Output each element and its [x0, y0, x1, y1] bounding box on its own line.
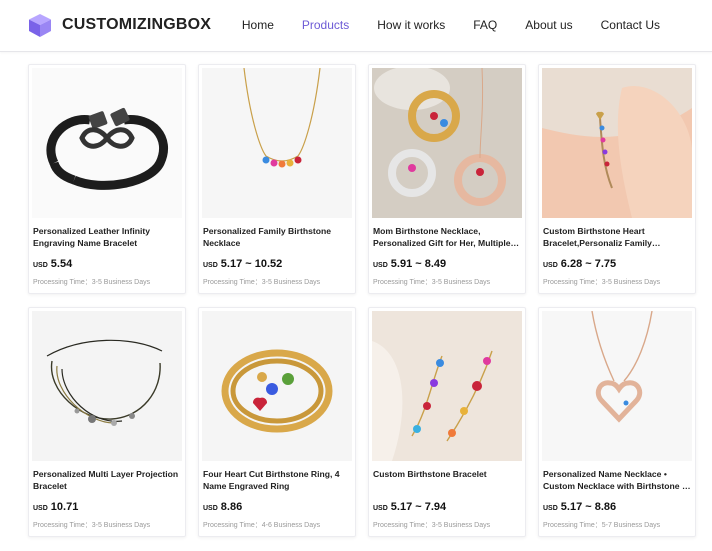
product-card[interactable]: Custom Birthstone Heart Bracelet,Persona…: [538, 64, 696, 294]
currency-label: USD: [203, 505, 218, 512]
price-value: 8.86: [220, 501, 243, 513]
product-card[interactable]: Personalized Name Necklace • Custom Neck…: [538, 307, 696, 537]
processing-time: Processing Time：3-5 Business Days: [33, 522, 151, 529]
product-card[interactable]: Personalized Multi Layer Projection Brac…: [28, 307, 186, 537]
currency-label: USD: [33, 262, 48, 269]
product-price: USD 8.86: [203, 501, 242, 513]
product-card[interactable]: Custom Birthstone Bracelet USD 5.17 ~ 7.9…: [368, 307, 526, 537]
processing-time: Processing Time：3-5 Business Days: [33, 279, 151, 286]
site-header: CUSTOMIZINGBOX Home Products How it work…: [0, 0, 712, 52]
currency-label: USD: [543, 505, 558, 512]
product-price: USD 5.17 ~ 7.94: [373, 501, 446, 513]
nav-how-it-works[interactable]: How it works: [377, 18, 445, 32]
heart-birthstone-ring-image[interactable]: [202, 311, 352, 461]
leather-infinity-bracelet-image[interactable]: [32, 68, 182, 218]
price-value: 10.71: [50, 501, 79, 513]
currency-label: USD: [33, 505, 48, 512]
product-price: USD 5.54: [33, 258, 72, 270]
processing-time: Processing Time：3-5 Business Days: [373, 279, 491, 286]
price-value: 5.17 ~ 7.94: [390, 501, 447, 513]
price-value: 5.17 ~ 10.52: [220, 258, 283, 270]
nav-faq[interactable]: FAQ: [473, 18, 497, 32]
product-card[interactable]: Personalized Family Birthstone Necklace …: [198, 64, 356, 294]
processing-time: Processing Time：3-5 Business Days: [203, 279, 321, 286]
brand-name: CUSTOMIZINGBOX: [62, 16, 212, 33]
product-title[interactable]: Personalized Multi Layer Projection Brac…: [33, 468, 183, 492]
price-value: 5.91 ~ 8.49: [390, 258, 447, 270]
birthstone-necklace-image[interactable]: [202, 68, 352, 218]
processing-time: Processing Time：3-5 Business Days: [373, 522, 491, 529]
product-title[interactable]: Personalized Family Birthstone Necklace: [203, 225, 353, 249]
nav-about-us[interactable]: About us: [525, 18, 572, 32]
product-price: USD 10.71: [33, 501, 78, 513]
price-value: 5.17 ~ 8.86: [560, 501, 617, 513]
main-nav: Home Products How it works FAQ About us …: [214, 18, 660, 32]
currency-label: USD: [543, 262, 558, 269]
heart-bracelet-wrist-image[interactable]: [542, 68, 692, 218]
nav-products[interactable]: Products: [302, 18, 349, 32]
logo[interactable]: CUSTOMIZINGBOX: [27, 12, 211, 38]
product-card[interactable]: Personalized Leather Infinity Engraving …: [28, 64, 186, 294]
mom-circle-necklace-image[interactable]: [372, 68, 522, 218]
product-title[interactable]: Personalized Name Necklace • Custom Neck…: [543, 468, 693, 492]
cube-logo-icon: [29, 14, 51, 37]
price-value: 5.54: [50, 258, 73, 270]
product-title[interactable]: Custom Birthstone Bracelet: [373, 468, 523, 492]
product-price: USD 5.91 ~ 8.49: [373, 258, 446, 270]
processing-time: Processing Time：3-5 Business Days: [543, 279, 661, 286]
currency-label: USD: [373, 262, 388, 269]
processing-time: Processing Time：5-7 Business Days: [543, 522, 661, 529]
multi-layer-bracelet-image[interactable]: [32, 311, 182, 461]
product-title[interactable]: Mom Birthstone Necklace, Personalized Gi…: [373, 225, 523, 249]
processing-time: Processing Time：4-6 Business Days: [203, 522, 321, 529]
product-title[interactable]: Personalized Leather Infinity Engraving …: [33, 225, 183, 249]
price-value: 6.28 ~ 7.75: [560, 258, 617, 270]
product-title[interactable]: Custom Birthstone Heart Bracelet,Persona…: [543, 225, 693, 249]
nav-home[interactable]: Home: [242, 18, 274, 32]
product-title[interactable]: Four Heart Cut Birthstone Ring, 4 Name E…: [203, 468, 353, 492]
product-price: USD 6.28 ~ 7.75: [543, 258, 616, 270]
product-price: USD 5.17 ~ 10.52: [203, 258, 282, 270]
product-card[interactable]: Mom Birthstone Necklace, Personalized Gi…: [368, 64, 526, 294]
product-card[interactable]: Four Heart Cut Birthstone Ring, 4 Name E…: [198, 307, 356, 537]
product-price: USD 5.17 ~ 8.86: [543, 501, 616, 513]
heart-pendant-necklace-image[interactable]: [542, 311, 692, 461]
nav-contact-us[interactable]: Contact Us: [601, 18, 660, 32]
currency-label: USD: [373, 505, 388, 512]
birthstone-chain-bracelet-image[interactable]: [372, 311, 522, 461]
currency-label: USD: [203, 262, 218, 269]
